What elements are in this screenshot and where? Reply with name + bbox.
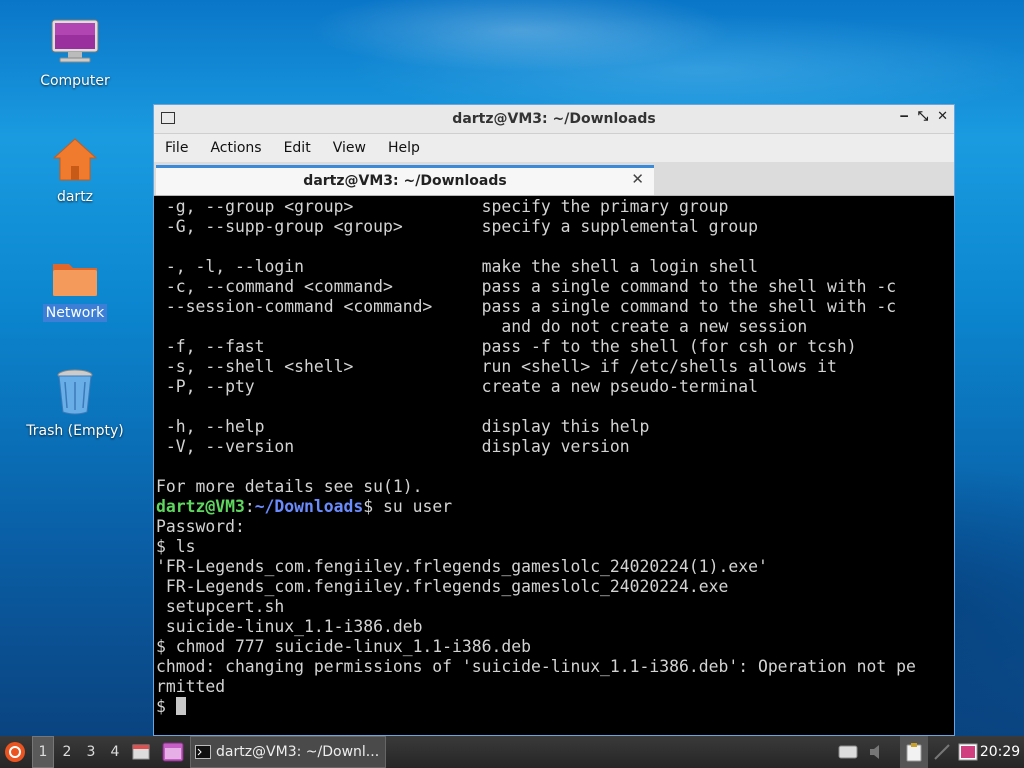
desktop-icon-home[interactable]: dartz: [20, 136, 130, 206]
desktop-icon-label: Computer: [40, 73, 110, 89]
trash-icon: [57, 369, 93, 415]
terminal-input-line[interactable]: $: [156, 697, 952, 717]
text-cursor: [175, 697, 186, 715]
window-title: dartz@VM3: ~/Downloads: [452, 111, 656, 127]
terminal-window[interactable]: dartz@VM3: ~/Downloads ‒ ⤡ ✕ File Action…: [153, 104, 955, 736]
desktop-icon-label: Network: [42, 304, 108, 322]
menu-view[interactable]: View: [322, 140, 377, 156]
app-menu-button[interactable]: [2, 736, 28, 768]
terminal-line: Password:: [156, 517, 245, 536]
taskbar: 1 2 3 4 dartz@VM3: ~/Downl... 20:29: [0, 736, 1024, 768]
workspace-4[interactable]: 4: [104, 736, 126, 768]
tray-network[interactable]: [930, 736, 954, 768]
prompt-separator: :: [244, 497, 255, 516]
drive-icon: [838, 745, 858, 759]
menu-actions[interactable]: Actions: [199, 140, 272, 156]
tray-app[interactable]: [956, 736, 980, 768]
menu-edit[interactable]: Edit: [273, 140, 322, 156]
menubar: File Actions Edit View Help: [154, 134, 954, 162]
tab-bar: dartz@VM3: ~/Downloads ✕: [154, 162, 954, 196]
terminal-line: FR-Legends_com.fengiiley.frlegends_games…: [156, 577, 729, 596]
taskbar-button-label: dartz@VM3: ~/Downl...: [216, 744, 380, 760]
menu-file[interactable]: File: [154, 140, 199, 156]
clipboard-icon: [906, 743, 922, 762]
terminal-line: -g, --group <group> specify the primary …: [156, 197, 729, 216]
desktop-icon-label: dartz: [56, 189, 94, 205]
tab-label: dartz@VM3: ~/Downloads: [303, 173, 507, 189]
workspace-3[interactable]: 3: [80, 736, 102, 768]
terminal-line: 'FR-Legends_com.fengiiley.frlegends_game…: [156, 557, 768, 576]
terminal-line: $ chmod 777 suicide-linux_1.1-i386.deb: [156, 637, 531, 656]
terminal-output[interactable]: -g, --group <group> specify the primary …: [156, 197, 952, 733]
desktop-icon-network[interactable]: Network: [20, 258, 130, 322]
home-folder-icon: [52, 138, 98, 181]
terminal-line: chmod: changing permissions of 'suicide-…: [156, 657, 916, 676]
terminal-line: -f, --fast pass -f to the shell (for csh…: [156, 337, 857, 356]
file-manager-icon: [132, 744, 150, 760]
terminal-line: -G, --supp-group <group> specify a suppl…: [156, 217, 758, 236]
terminal-line: $ ls: [156, 537, 196, 556]
terminal-line: suicide-linux_1.1-i386.deb: [156, 617, 423, 636]
terminal-line: --session-command <command> pass a singl…: [156, 297, 897, 316]
prompt-user: dartz@VM3: [156, 497, 245, 516]
clock[interactable]: 20:29: [980, 736, 1020, 768]
terminal-line: and do not create a new session: [156, 317, 808, 336]
terminal-line: -V, --version display version: [156, 437, 630, 456]
prompt-command: $ su user: [363, 497, 453, 516]
desktop-icon-computer[interactable]: Computer: [20, 18, 130, 90]
terminal-prompt-line: dartz@VM3:~/Downloads$ su user: [156, 497, 952, 517]
terminal-line: -s, --shell <shell> run <shell> if /etc/…: [156, 357, 837, 376]
terminal-icon: [195, 745, 211, 759]
terminal-line: -c, --command <command> pass a single co…: [156, 277, 897, 296]
tray-storage[interactable]: [836, 736, 860, 768]
file-manager-launcher[interactable]: [130, 736, 152, 768]
desktop-icon-trash[interactable]: Trash (Empty): [20, 368, 130, 440]
terminal-line: For more details see su(1).: [156, 477, 423, 496]
tray-clipboard[interactable]: [900, 736, 928, 768]
maximize-icon[interactable]: ⤡: [918, 109, 928, 124]
menu-help[interactable]: Help: [377, 140, 431, 156]
network-disconnected-icon: [934, 744, 950, 760]
workspace-1[interactable]: 1: [32, 736, 54, 768]
taskbar-terminal-button[interactable]: dartz@VM3: ~/Downl...: [190, 736, 386, 768]
tab-terminal[interactable]: dartz@VM3: ~/Downloads ✕: [156, 165, 654, 195]
close-icon[interactable]: ✕: [937, 109, 948, 124]
network-folder-icon: [53, 264, 97, 296]
window-titlebar[interactable]: dartz@VM3: ~/Downloads ‒ ⤡ ✕: [154, 105, 954, 134]
volume-muted-icon: [870, 745, 879, 759]
tab-close-icon[interactable]: ✕: [631, 170, 644, 188]
prompt-path: ~/Downloads: [254, 497, 364, 516]
terminal-line: -, -l, --login make the shell a login sh…: [156, 257, 758, 276]
shell-prompt: $: [156, 697, 176, 716]
app-menu-icon: [5, 742, 25, 762]
minimize-icon[interactable]: ‒: [900, 109, 909, 124]
terminal-line: rmitted: [156, 677, 226, 696]
terminal-line: -h, --help display this help: [156, 417, 650, 436]
terminal-line: -P, --pty create a new pseudo-terminal: [156, 377, 758, 396]
computer-icon: [51, 19, 99, 63]
tray-volume[interactable]: [866, 736, 888, 768]
launcher-icon: [162, 742, 184, 762]
workspace-2[interactable]: 2: [56, 736, 78, 768]
terminal-line: setupcert.sh: [156, 597, 285, 616]
display-icon: [958, 743, 978, 761]
app-launcher[interactable]: [160, 736, 186, 768]
desktop-icon-label: Trash (Empty): [26, 423, 124, 439]
